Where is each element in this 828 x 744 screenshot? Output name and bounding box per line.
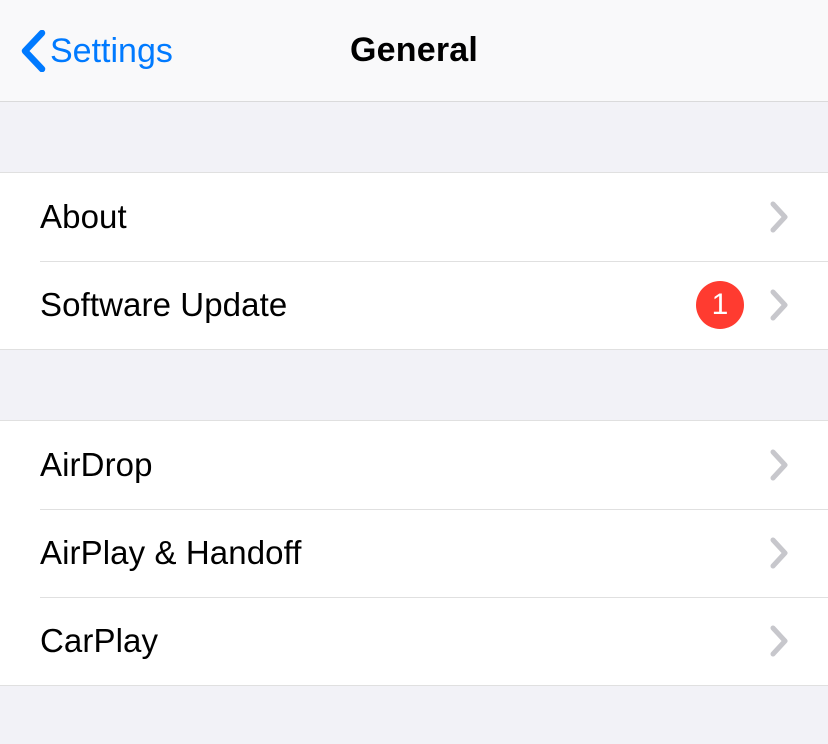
settings-group: About Software Update 1 bbox=[0, 172, 828, 350]
back-button[interactable]: Settings bbox=[20, 0, 173, 101]
row-about[interactable]: About bbox=[0, 173, 828, 261]
chevron-right-icon bbox=[770, 625, 788, 657]
row-label: AirPlay & Handoff bbox=[40, 534, 770, 572]
chevron-right-icon bbox=[770, 201, 788, 233]
row-software-update[interactable]: Software Update 1 bbox=[0, 261, 828, 349]
chevron-right-icon bbox=[770, 449, 788, 481]
row-label: AirDrop bbox=[40, 446, 770, 484]
settings-group: AirDrop AirPlay & Handoff CarPlay bbox=[0, 420, 828, 686]
chevron-right-icon bbox=[770, 537, 788, 569]
notification-badge: 1 bbox=[696, 281, 744, 329]
row-label: CarPlay bbox=[40, 622, 770, 660]
row-label: Software Update bbox=[40, 286, 696, 324]
row-label: About bbox=[40, 198, 770, 236]
row-airdrop[interactable]: AirDrop bbox=[0, 421, 828, 509]
back-label: Settings bbox=[50, 34, 173, 68]
navigation-bar: Settings General bbox=[0, 0, 828, 102]
row-airplay-handoff[interactable]: AirPlay & Handoff bbox=[0, 509, 828, 597]
row-carplay[interactable]: CarPlay bbox=[0, 597, 828, 685]
group-spacer bbox=[0, 102, 828, 172]
chevron-right-icon bbox=[770, 289, 788, 321]
group-spacer bbox=[0, 350, 828, 420]
chevron-left-icon bbox=[20, 30, 46, 72]
